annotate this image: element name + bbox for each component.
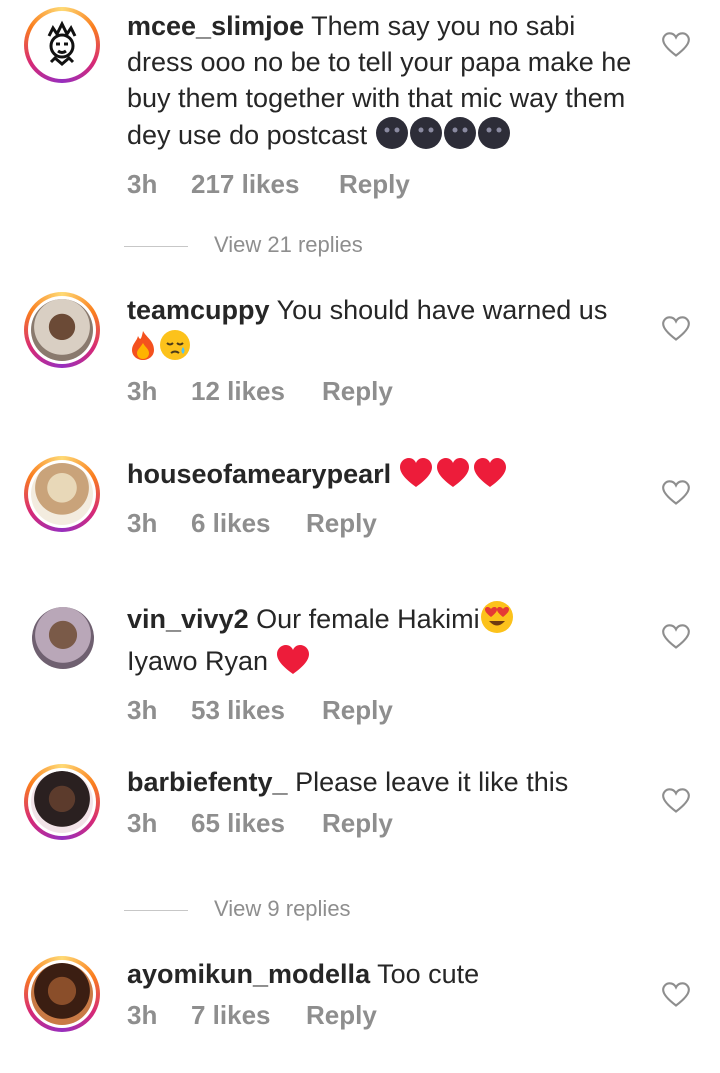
comment-likes[interactable]: 6 likes xyxy=(191,508,271,539)
avatar[interactable] xyxy=(24,456,100,532)
divider-line xyxy=(124,246,188,247)
avatar[interactable] xyxy=(24,7,100,83)
comment-username[interactable]: ayomikun_modella xyxy=(127,959,370,989)
comment-likes[interactable]: 65 likes xyxy=(191,808,285,839)
reply-button[interactable]: Reply xyxy=(306,508,377,539)
comment-text: mcee_slimjoe Them say you no sabi dress … xyxy=(127,8,647,159)
heart-icon[interactable] xyxy=(662,480,690,506)
comment-likes[interactable]: 7 likes xyxy=(191,1000,271,1031)
avatar[interactable] xyxy=(24,292,100,368)
comment-likes[interactable]: 12 likes xyxy=(191,376,285,407)
comment-body: Please leave it like this xyxy=(295,767,569,797)
comment-time: 3h xyxy=(127,1000,158,1030)
comment-likes[interactable]: 53 likes xyxy=(191,695,285,726)
sleepy-face-emoji-icon xyxy=(159,329,191,370)
comment-time: 3h xyxy=(127,508,158,538)
comment-body-line2: Iyawo Ryan xyxy=(127,646,269,676)
red-heart-emoji-icon xyxy=(276,644,310,685)
heart-icon[interactable] xyxy=(662,32,690,58)
comment-username[interactable]: teamcuppy xyxy=(127,295,270,325)
comment-username[interactable]: vin_vivy2 xyxy=(127,604,249,634)
reply-button[interactable]: Reply xyxy=(306,1000,377,1031)
comment-body: Our female Hakimi xyxy=(256,604,480,634)
comment-text: ayomikun_modella Too cute xyxy=(127,956,647,992)
avatar[interactable] xyxy=(32,607,94,669)
comment-time: 3h xyxy=(127,376,158,406)
reply-button[interactable]: Reply xyxy=(322,808,393,839)
comment-likes[interactable]: 217 likes xyxy=(191,169,299,200)
reply-button[interactable]: Reply xyxy=(339,169,410,200)
avatar[interactable] xyxy=(24,956,100,1032)
comment-time: 3h xyxy=(127,169,158,199)
heart-icon[interactable] xyxy=(662,316,690,342)
heart-icon[interactable] xyxy=(662,788,690,814)
comment-username[interactable]: houseofamearypearl xyxy=(127,459,391,489)
new-moon-face-emoji-icon xyxy=(375,116,511,159)
divider-line xyxy=(124,910,188,911)
comment-text: vin_vivy2 Our female Hakimi Iyawo Ryan xyxy=(127,600,647,685)
comment-username[interactable]: barbiefenty_ xyxy=(127,767,288,797)
heart-icon[interactable] xyxy=(662,982,690,1008)
comment-body: You should have warned us xyxy=(276,295,608,325)
comment-username[interactable]: mcee_slimjoe xyxy=(127,11,304,41)
red-heart-emoji-icon xyxy=(399,457,509,498)
avatar-illustration-icon xyxy=(47,20,77,66)
avatar[interactable] xyxy=(24,764,100,840)
comment-time: 3h xyxy=(127,808,158,838)
reply-button[interactable]: Reply xyxy=(322,376,393,407)
heart-icon[interactable] xyxy=(662,624,690,650)
reply-button[interactable]: Reply xyxy=(322,695,393,726)
comment-time: 3h xyxy=(127,695,158,725)
comment-text: barbiefenty_ Please leave it like this xyxy=(127,764,647,800)
heart-eyes-emoji-icon xyxy=(480,600,514,643)
comment-text: houseofamearypearl xyxy=(127,456,647,498)
comment-text: teamcuppy You should have warned us xyxy=(127,292,647,370)
comment-body: Too cute xyxy=(377,959,480,989)
fire-emoji-icon xyxy=(127,329,159,370)
